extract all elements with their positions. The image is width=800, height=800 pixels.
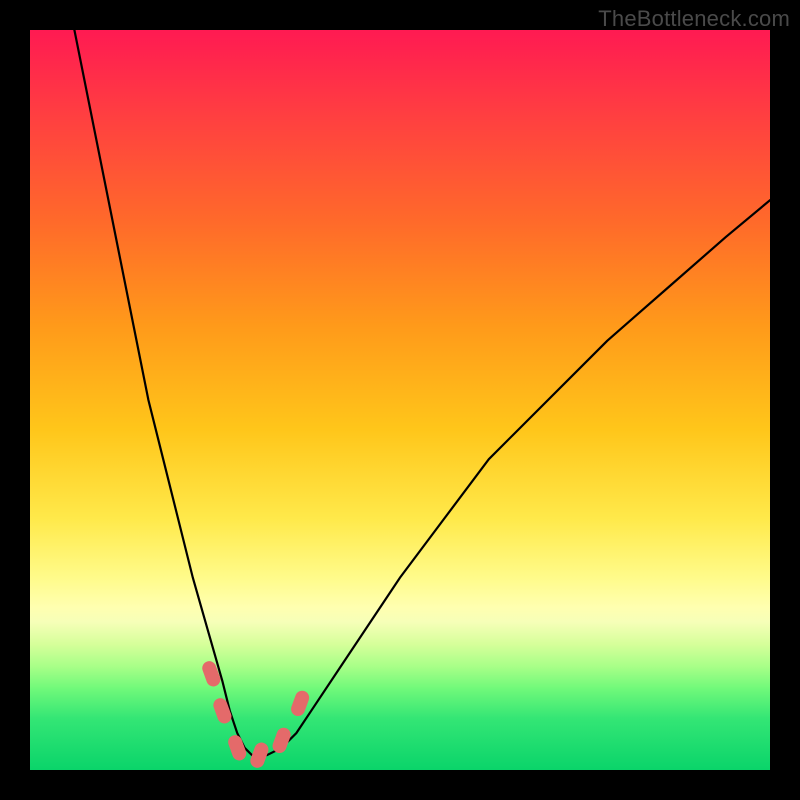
chart-frame: TheBottleneck.com [0, 0, 800, 800]
curve-marker [200, 659, 222, 688]
curve-marker [289, 689, 311, 718]
watermark-text: TheBottleneck.com [598, 6, 790, 32]
plot-area [30, 30, 770, 770]
bottleneck-curve-svg [30, 30, 770, 770]
marker-group [200, 659, 311, 770]
bottleneck-curve-path [74, 30, 770, 755]
